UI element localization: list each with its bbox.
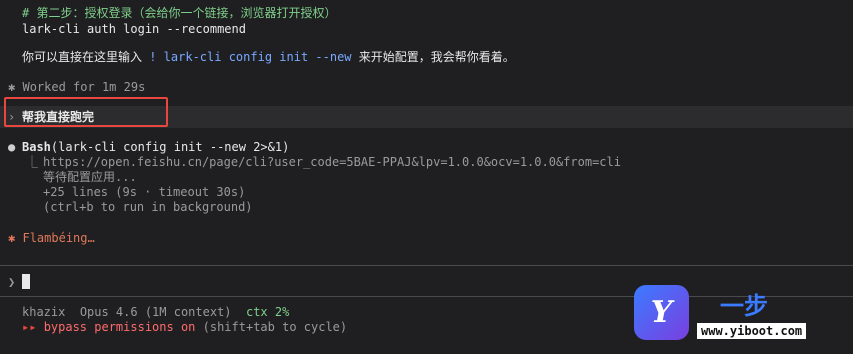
- status-line: ✱ Flambéing…: [8, 230, 95, 246]
- step2-comment: # 第二步：授权登录（会给你一个链接，浏览器打开授权）: [22, 6, 337, 20]
- prompt-top-divider: [0, 265, 853, 266]
- worked-line: ✱ Worked for 1m 29s: [8, 79, 145, 95]
- hint-suffix: 来开始配置，我会帮你看着。: [351, 50, 515, 64]
- bypass-arrows-icon: ▸▸: [22, 320, 37, 334]
- bash-args: (lark-cli config init --new 2>&1): [50, 140, 290, 154]
- config-hint: 你可以直接在这里输入 ! lark-cli config init --new …: [22, 49, 515, 65]
- bash-tool-label: Bash: [22, 140, 51, 154]
- bypass-hint: (shift+tab to cycle): [195, 320, 348, 334]
- bullet-icon: ●: [8, 140, 16, 154]
- tree-branch-icon: ⎿: [26, 155, 39, 169]
- output-url[interactable]: https://open.feishu.cn/page/cli?user_cod…: [43, 154, 621, 170]
- footer-model: Opus 4.6 (1M context): [79, 305, 232, 319]
- bypass-permissions[interactable]: bypass permissions on: [44, 320, 196, 334]
- asterisk-icon: ✱: [8, 231, 16, 245]
- hint-command: ! lark-cli config init --new: [149, 50, 352, 64]
- prompt-arrow-icon: ❯: [8, 275, 16, 289]
- bash-call: Bash(lark-cli config init --new 2>&1): [22, 139, 289, 155]
- yiboot-logo: Y: [634, 285, 689, 340]
- worked-duration: Worked for 1m 29s: [22, 80, 146, 94]
- prompt-input[interactable]: [22, 274, 30, 289]
- footer-user: khazix: [22, 305, 66, 319]
- footer-context: ctx 2%: [245, 305, 290, 319]
- hint-prefix: 你可以直接在这里输入: [22, 50, 150, 64]
- watermark-url: www.yiboot.com: [697, 323, 807, 339]
- bypass-line: ▸▸ bypass permissions on (shift+tab to c…: [22, 319, 347, 335]
- watermark-title: 一步: [720, 292, 768, 320]
- status-text: Flambéing…: [22, 231, 95, 245]
- asterisk-icon: ✱: [8, 80, 16, 94]
- output-background-hint: (ctrl+b to run in background): [43, 200, 253, 214]
- output-more-lines[interactable]: +25 lines (9s · timeout 30s): [43, 184, 245, 200]
- step2-command: lark-cli auth login --recommend: [22, 22, 246, 36]
- output-waiting: 等待配置应用...: [43, 170, 137, 184]
- footer-status: khazix Opus 4.6 (1M context) ctx 2%: [22, 304, 289, 320]
- highlight-box: [4, 97, 168, 127]
